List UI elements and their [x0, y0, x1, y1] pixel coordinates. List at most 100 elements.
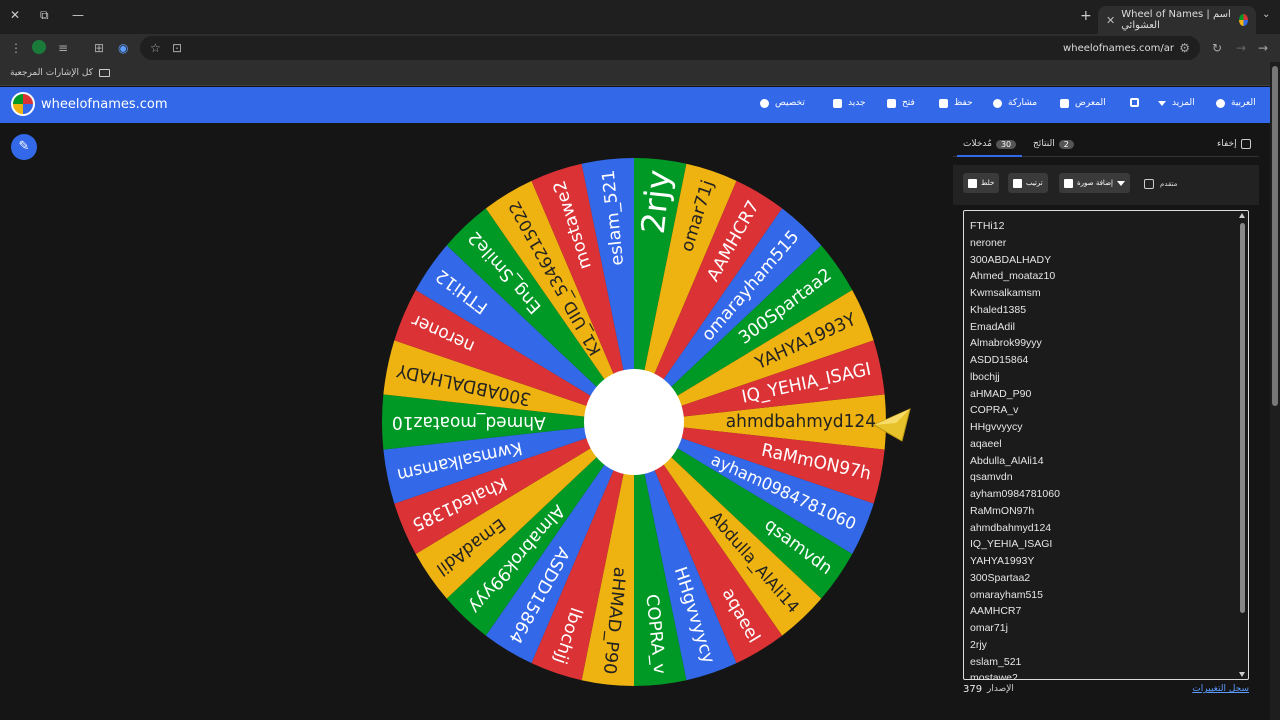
back-icon[interactable]: → — [1258, 41, 1268, 55]
open-button[interactable]: فتح — [887, 98, 915, 108]
hide-toggle[interactable]: إخفاء — [1217, 139, 1251, 149]
palette-icon — [760, 98, 769, 108]
wheel[interactable]: ahmdbahmyd124 RaMmON97h ayham0984781060 qsa… — [382, 158, 887, 686]
favicon-icon — [1239, 14, 1248, 26]
restore-window-icon[interactable]: ⧉ — [40, 8, 49, 23]
entry-item[interactable]: neroner — [970, 235, 1242, 252]
version-number: 379 — [963, 684, 983, 695]
entry-item[interactable]: qsamvdn — [970, 469, 1242, 486]
entry-item[interactable]: 300ABDALHADY — [970, 252, 1242, 269]
scroll-down-icon[interactable] — [1239, 672, 1245, 677]
forward-icon[interactable]: → — [1236, 41, 1246, 55]
entry-item[interactable]: aqaeel — [970, 436, 1242, 453]
hide-checkbox[interactable] — [1240, 139, 1251, 149]
wheel-segment-label: Ahmed_moataz10 — [392, 412, 546, 432]
wheel-center[interactable] — [584, 369, 684, 475]
entry-item[interactable]: ahmdbahmyd124 — [970, 520, 1242, 537]
entry-item[interactable]: YAHYA1993Y — [970, 553, 1242, 570]
new-button[interactable]: جديد — [833, 98, 866, 108]
caret-down-icon — [1158, 100, 1166, 106]
tab-title: Wheel of Names | اسم العشوائي — [1121, 9, 1231, 31]
entry-item[interactable]: 300Spartaa2 — [970, 570, 1242, 587]
gallery-icon — [1060, 98, 1069, 108]
customize-button[interactable]: تخصيص — [760, 98, 805, 108]
advanced-toggle[interactable]: متقدم — [1144, 179, 1177, 189]
fullscreen-icon — [1130, 98, 1139, 107]
tab-entries[interactable]: مُدخلات 30 — [956, 139, 1023, 157]
wheel-svg[interactable]: ahmdbahmyd124RaMmON97hayham0984781060qsa… — [382, 158, 887, 686]
entry-item[interactable]: RaMmON97h — [970, 503, 1242, 520]
entry-item[interactable]: AAMHCR7 — [970, 603, 1242, 620]
reading-list-icon[interactable]: ≡ — [58, 41, 68, 55]
entries-textarea[interactable]: FTHi12 neroner 300ABDALHADY Ahmed_moataz10 K… — [963, 210, 1249, 680]
extensions-puzzle-icon[interactable]: ⊞ — [94, 41, 104, 55]
save-button[interactable]: حفظ — [939, 98, 973, 108]
version-label: الإصدار — [987, 684, 1014, 694]
bookmark-star-icon[interactable]: ☆ — [150, 41, 161, 55]
wheel-segment-label: 2rjy — [634, 168, 677, 236]
entry-item[interactable]: Khaled1385 — [970, 302, 1242, 319]
install-app-icon[interactable]: ⊡ — [172, 41, 182, 55]
entry-item[interactable]: 2rjy — [970, 637, 1242, 654]
browser-toolbar: ⋮ ≡ ⊞ ◉ ☆ ⊡ wheelofnames.com/ar ⚙ ↻ → → — [0, 34, 1280, 62]
entry-item[interactable]: eslam_521 — [970, 654, 1242, 671]
entry-item[interactable]: omarayham515 — [970, 587, 1242, 604]
entry-item[interactable]: aHMAD_P90 — [970, 386, 1242, 403]
entry-item[interactable]: Abdulla_AlAli14 — [970, 453, 1242, 470]
fullscreen-button[interactable] — [1130, 98, 1139, 107]
scroll-thumb[interactable] — [1240, 223, 1245, 613]
wheel-pointer-icon — [872, 408, 911, 442]
browser-tab[interactable]: ✕ Wheel of Names | اسم العشوائي — [1098, 6, 1256, 34]
entry-item[interactable]: Ahmed_moataz10 — [970, 268, 1242, 285]
browser-tab-strip: ✕ ⧉ — + ✕ Wheel of Names | اسم العشوائي … — [0, 0, 1280, 34]
menu-dots-icon[interactable]: ⋮ — [10, 41, 22, 55]
minimize-window-icon[interactable]: — — [72, 8, 84, 22]
share-button[interactable]: مشاركة — [993, 98, 1037, 108]
entries-scrollbar[interactable] — [1239, 213, 1246, 677]
site-logo-icon[interactable] — [11, 92, 35, 116]
add-image-button[interactable]: إضافة صورة — [1059, 173, 1130, 193]
entry-item[interactable]: lbochjj — [970, 369, 1242, 386]
reload-icon[interactable]: ↻ — [1212, 41, 1222, 55]
edit-pencil-button[interactable]: ✎ — [11, 134, 37, 160]
shuffle-button[interactable]: خلط — [963, 173, 1000, 193]
page-scroll-thumb[interactable] — [1272, 66, 1278, 406]
cast-icon[interactable]: ◉ — [118, 41, 128, 55]
changelog-link[interactable]: سجل التغييرات — [1192, 684, 1249, 694]
entry-item[interactable]: mostawe2 — [970, 670, 1242, 679]
folder-icon — [98, 69, 110, 77]
more-menu-button[interactable]: المزيد — [1158, 98, 1195, 108]
entries-count-badge: 30 — [995, 139, 1017, 149]
extension-icon[interactable] — [32, 40, 46, 54]
entry-item[interactable]: HHgvvyycy — [970, 419, 1242, 436]
tab-search-icon[interactable]: ⌄ — [1262, 9, 1270, 20]
entry-item[interactable]: omar71j — [970, 620, 1242, 637]
entry-item[interactable]: FTHi12 — [970, 218, 1242, 235]
entry-item[interactable]: IQ_YEHIA_ISAGI — [970, 536, 1242, 553]
site-name[interactable]: wheelofnames.com — [41, 97, 168, 112]
entry-item[interactable]: ayham0984781060 — [970, 486, 1242, 503]
save-icon — [939, 98, 948, 108]
entry-item[interactable]: Kwmsalkamsm — [970, 285, 1242, 302]
entry-item[interactable]: ASDD15864 — [970, 352, 1242, 369]
language-button[interactable]: العربية — [1216, 98, 1256, 108]
site-settings-icon[interactable]: ⚙ — [1179, 41, 1190, 55]
scroll-up-icon[interactable] — [1239, 213, 1245, 218]
new-tab-icon[interactable]: + — [1080, 8, 1092, 24]
globe-icon — [1216, 98, 1225, 108]
entry-item[interactable]: EmadAdil — [970, 319, 1242, 336]
address-bar[interactable]: ☆ ⊡ wheelofnames.com/ar ⚙ — [140, 36, 1200, 60]
entry-item[interactable]: COPRA_v — [970, 402, 1242, 419]
advanced-checkbox[interactable] — [1144, 179, 1154, 189]
shuffle-icon — [968, 178, 977, 188]
all-bookmarks-button[interactable]: كل الإشارات المرجعية — [10, 68, 110, 78]
tab-results[interactable]: النتائج 2 — [1033, 139, 1074, 149]
tab-results-label: النتائج — [1033, 139, 1055, 149]
gallery-button[interactable]: المعرض — [1060, 98, 1106, 108]
close-tab-icon[interactable]: ✕ — [1106, 14, 1115, 27]
sort-icon — [1013, 178, 1022, 188]
close-window-icon[interactable]: ✕ — [10, 8, 20, 22]
entry-item[interactable]: Almabrok99yyy — [970, 335, 1242, 352]
sort-button[interactable]: ترتيب — [1008, 173, 1048, 193]
page-scrollbar[interactable] — [1270, 62, 1280, 720]
